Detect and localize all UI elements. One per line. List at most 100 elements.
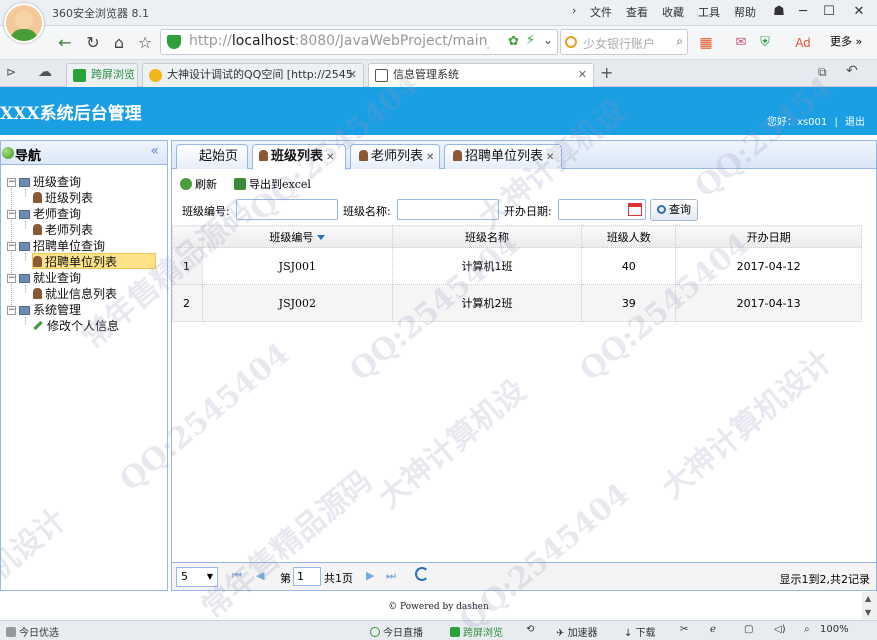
more-button[interactable]: 更多 » <box>830 33 862 49</box>
ie-icon[interactable]: ℯ <box>710 624 716 635</box>
search-icon[interactable]: ⌕ <box>676 34 683 49</box>
content-tabs: 起始页 班级列表 ✕ 老师列表 ✕ 招聘单位列表 ✕ <box>172 141 876 170</box>
zoom-level[interactable]: 100% <box>820 624 849 635</box>
lightning-icon[interactable]: ⚡ <box>526 33 535 48</box>
security-icon[interactable]: ⛨ <box>754 32 776 54</box>
next-page-icon[interactable]: ▶ <box>366 569 374 582</box>
class-name-input[interactable] <box>397 199 499 220</box>
menu-file[interactable]: 文件 <box>590 4 612 20</box>
first-page-icon[interactable]: ⏮ <box>232 569 242 583</box>
calendar-icon[interactable] <box>628 203 642 216</box>
apps-icon[interactable]: ▦ <box>695 32 717 54</box>
skin-icon[interactable]: ☗ <box>768 2 790 22</box>
close-tab-icon[interactable]: ✕ <box>426 152 434 163</box>
tree-node-employment-query[interactable]: 就业查询 <box>19 270 81 286</box>
reload-icon[interactable]: ↻ <box>82 32 104 54</box>
browser-tab-active[interactable]: 信息管理系统 ✕ <box>368 63 594 87</box>
browser-tab-cross[interactable]: 跨屏浏览 <box>66 63 138 87</box>
tree-item-edit-profile[interactable]: 修改个人信息 <box>33 318 119 334</box>
close-tab-icon[interactable]: ✕ <box>326 152 334 163</box>
scrollbar[interactable]: ▲ ▼ <box>862 592 877 620</box>
download-button[interactable]: ↓ 下载 <box>624 624 656 639</box>
export-excel-button[interactable]: 导出到excel <box>234 176 311 192</box>
collapse-node-icon[interactable]: − <box>7 210 16 219</box>
adblock-icon[interactable]: Ad <box>792 32 814 54</box>
table-row[interactable]: 1 JSJ001 计算机1班 40 2017-04-12 <box>172 247 862 285</box>
column-header-count[interactable]: 班级人数 <box>581 225 677 248</box>
screenshot-icon[interactable]: ✂ <box>680 624 688 635</box>
browser-tab-qq[interactable]: 大神设计调试的QQ空间 [http://2545 ✕ <box>142 63 364 87</box>
live-button[interactable]: 今日直播 <box>370 624 423 639</box>
mail-icon[interactable]: ✉ <box>730 32 752 54</box>
undo-close-icon[interactable]: ↶ <box>846 63 858 79</box>
sound-icon[interactable]: ◁) <box>774 624 786 635</box>
tree-label: 老师查询 <box>33 207 82 221</box>
browser-nav-bar: ← ↻ ⌂ ☆ http://localhost:8080/JavaWebPro… <box>0 26 877 60</box>
tab-class-list[interactable]: 班级列表 ✕ <box>252 144 346 170</box>
chevron-down-icon[interactable]: ⌄ <box>543 33 553 47</box>
today-picks-button[interactable]: 今日优选 <box>6 624 59 639</box>
menu-view[interactable]: 查看 <box>626 4 648 20</box>
sidebar-toggle-icon[interactable]: ⊳ <box>6 65 16 79</box>
tree-node-class-query[interactable]: 班级查询 <box>19 174 81 190</box>
collapse-node-icon[interactable]: − <box>7 242 16 251</box>
tab-teacher-list[interactable]: 老师列表 ✕ <box>350 144 440 169</box>
menu-tools[interactable]: 工具 <box>698 4 720 20</box>
maximize-button[interactable]: ☐ <box>818 2 840 22</box>
reload-grid-icon[interactable] <box>415 567 429 581</box>
accelerator-button[interactable]: ✈ 加速器 <box>556 624 598 639</box>
avatar[interactable] <box>4 3 44 43</box>
column-header-class-no[interactable]: 班级编号 <box>201 225 393 248</box>
column-header-date[interactable]: 开办日期 <box>675 225 862 248</box>
close-tab-icon[interactable]: ✕ <box>348 64 357 86</box>
scroll-down-icon[interactable]: ▼ <box>865 608 871 617</box>
menu-favorites[interactable]: 收藏 <box>662 4 684 20</box>
history-icon[interactable]: ⟲ <box>526 624 534 635</box>
tree-node-teacher-query[interactable]: 老师查询 <box>19 206 81 222</box>
zoom-icon[interactable]: ⌕ <box>804 624 810 635</box>
back-arrow-icon[interactable]: ← <box>54 32 76 54</box>
tree-item-class-list[interactable]: 班级列表 <box>33 190 93 206</box>
tree-node-system[interactable]: 系统管理 <box>19 302 81 318</box>
close-tab-icon[interactable]: ✕ <box>578 64 587 86</box>
prev-page-icon[interactable]: ◀ <box>256 569 264 582</box>
star-icon[interactable]: ☆ <box>134 32 156 54</box>
tree-node-employer-query[interactable]: 招聘单位查询 <box>19 238 105 254</box>
scroll-up-icon[interactable]: ▲ <box>865 594 871 603</box>
search-button[interactable]: 查询 <box>650 199 698 221</box>
tab-list-icon[interactable]: ⧉ <box>818 65 827 80</box>
window-icon[interactable]: ▢ <box>744 624 753 635</box>
class-name-label: 班级名称: <box>343 205 391 218</box>
last-page-icon[interactable]: ⏭ <box>386 569 396 583</box>
collapse-node-icon[interactable]: − <box>7 274 16 283</box>
tree-item-employer-list[interactable]: 招聘单位列表 <box>32 253 156 269</box>
new-tab-icon[interactable]: + <box>600 63 613 82</box>
page-size-select[interactable]: 5 ▼ <box>176 567 218 587</box>
cell-class-no: JSJ002 <box>201 284 393 322</box>
page-number-input[interactable]: 1 <box>293 567 321 586</box>
class-no-input[interactable] <box>236 199 338 220</box>
home-icon[interactable]: ⌂ <box>108 32 130 54</box>
tab-home[interactable]: 起始页 <box>176 144 248 169</box>
collapse-node-icon[interactable]: − <box>7 306 16 315</box>
search-input[interactable]: 少女银行账户 ⌕ <box>560 29 688 55</box>
minimize-button[interactable]: ─ <box>792 2 814 22</box>
table-row[interactable]: 2 JSJ002 计算机2班 39 2017-04-13 <box>172 284 862 322</box>
tree-item-teacher-list[interactable]: 老师列表 <box>33 222 93 238</box>
logout-link[interactable]: 退出 <box>845 117 865 128</box>
address-bar[interactable]: http://localhost:8080/JavaWebProject/mai… <box>160 29 558 55</box>
refresh-button[interactable]: 刷新 <box>180 176 217 192</box>
greeting: 您好：xs001 <box>767 117 828 128</box>
menu-help[interactable]: 帮助 <box>734 4 756 20</box>
tab-employer-list[interactable]: 招聘单位列表 ✕ <box>444 144 562 169</box>
column-header-class-name[interactable]: 班级名称 <box>391 225 583 248</box>
tree-item-employment-list[interactable]: 就业信息列表 <box>33 286 117 302</box>
close-tab-icon[interactable]: ✕ <box>546 152 554 163</box>
forward-arrow-icon[interactable]: › <box>572 4 576 17</box>
cloud-icon[interactable]: ☁ <box>38 64 52 80</box>
compat-icon[interactable]: ✿ <box>508 34 519 49</box>
collapse-icon[interactable]: « <box>150 143 159 159</box>
cross-screen-button[interactable]: 跨屏浏览 <box>450 624 503 639</box>
collapse-node-icon[interactable]: − <box>7 178 16 187</box>
close-button[interactable]: ✕ <box>848 2 870 22</box>
